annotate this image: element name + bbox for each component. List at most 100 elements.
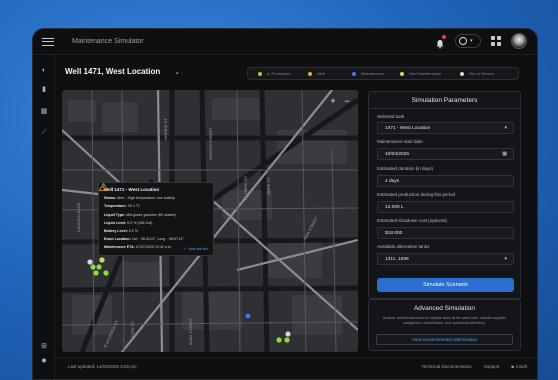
legend-label: Next Maintenance	[409, 71, 442, 76]
selected-tank-select[interactable]: 1471 - West Location ▾	[377, 122, 514, 134]
well-marker[interactable]	[103, 270, 109, 276]
user-circle-icon	[459, 37, 467, 45]
production-label: Estimated production during this period	[377, 192, 456, 197]
simulate-scenario-button[interactable]: Simulate Scenario	[377, 278, 514, 292]
legend-dot-icon	[258, 71, 262, 76]
street-label: STATE ST	[130, 321, 135, 340]
tank-icon[interactable]: ▮	[40, 86, 48, 94]
grid-icon[interactable]: ⊞	[40, 343, 48, 351]
top-bar-actions: ▾	[435, 33, 527, 49]
start-date-label: Maintenance start date	[377, 139, 423, 144]
legend-dot-icon	[460, 71, 464, 76]
view-tank-info-link[interactable]: ↗ View tank info	[184, 247, 208, 251]
apps-grid-icon[interactable]	[491, 36, 501, 46]
advanced-description: Analyze optimal scenarios for multiple t…	[382, 316, 507, 325]
user-toggle[interactable]: ▾	[455, 34, 481, 48]
well-marker[interactable]	[285, 331, 291, 337]
notification-bell-icon[interactable]	[435, 35, 446, 49]
app-window: Maintenance Simulator ▾ ◐ ▮ ▦ ⟋ ⊞ ✹ Well…	[32, 28, 538, 380]
street-label: MAIN STREET	[188, 317, 193, 345]
duration-value: 4 days	[385, 179, 400, 184]
selected-tank-value: 1471 - West Location	[385, 126, 431, 131]
wrench-icon[interactable]: ⟋	[40, 129, 48, 137]
legend-dot-icon	[352, 71, 356, 76]
legend-label: Alert	[317, 71, 326, 76]
shutdown-cost-label: Estimated shutdown cost (optional)	[377, 218, 448, 223]
well-marker[interactable]	[93, 270, 99, 276]
duration-label: Estimated duration (in days)	[377, 166, 434, 171]
well-marker[interactable]	[87, 259, 93, 265]
view-optimization-button[interactable]: View recommended optimization	[376, 334, 513, 345]
well-marker[interactable]	[276, 337, 282, 343]
well-selector[interactable]: Well 1471, West Location ⌄	[65, 67, 180, 76]
notification-dot	[442, 35, 446, 39]
legend-label: Out of Service	[469, 71, 495, 76]
hamburger-menu-icon[interactable]	[42, 37, 54, 46]
popup-row-temperature: Temperature: 93.4 °C	[104, 204, 140, 209]
warning-icon	[99, 183, 108, 191]
technical-docs-link[interactable]: Technical Documentation	[421, 364, 471, 370]
alt-tanks-label: Available alternative tanks	[377, 244, 430, 249]
legend-item-in-production: In Production	[258, 71, 308, 76]
street-label: MARTIN STREET	[208, 127, 213, 160]
support-link[interactable]: Support	[484, 364, 500, 370]
popup-row-location: Exact Location: Lat: ~36.5123°, Long: ~9…	[104, 237, 184, 242]
dashboard-icon[interactable]: ◐	[40, 67, 48, 75]
street-label: HOPE ST	[266, 177, 271, 195]
view-tank-info-label: View tank info	[188, 247, 208, 251]
popup-row-battery: Battery Level: 8.2 %	[104, 228, 138, 233]
status-legend: In Production Alert Maintenance Next Mai…	[247, 67, 519, 80]
production-input[interactable]: 12.000 L	[377, 201, 514, 213]
brand-logo: ▶ insoft	[511, 364, 527, 369]
legend-item-alert: Alert	[308, 71, 352, 76]
legend-label: Maintenance	[361, 71, 384, 76]
zoom-out-button[interactable]: −	[342, 96, 352, 106]
legend-item-next-maintenance: Next Maintenance	[400, 71, 460, 76]
chevron-down-icon: ▾	[470, 38, 473, 44]
popup-row-liquid-level: Liquid Level: 5.0 % (186 Gal)	[104, 220, 153, 225]
map-view[interactable]: NORRIS ST MARTIN STREET ANN ST OLYMPIC S…	[62, 90, 358, 352]
street-label: NORRIS ST	[163, 118, 168, 140]
settings-gear-icon[interactable]: ✹	[40, 358, 48, 366]
chevron-down-icon: ⌄	[174, 68, 181, 76]
well-marker[interactable]	[90, 264, 96, 270]
well-title: Well 1471, West Location	[65, 67, 161, 76]
simulation-parameters-panel: Simulation Parameters Selected tank 1471…	[368, 91, 521, 299]
well-marker[interactable]	[99, 257, 105, 263]
legend-item-maintenance: Maintenance	[352, 71, 400, 76]
popup-row-liquid-type: Liquid Type: Mid-grade gasoline (89 octa…	[104, 212, 176, 217]
alt-tanks-value: 1311, 1699	[385, 257, 409, 262]
shutdown-cost-input[interactable]: $18.000	[377, 227, 514, 239]
map-icon[interactable]: ▦	[40, 108, 48, 116]
calendar-icon[interactable]: ▦	[502, 149, 507, 160]
duration-input[interactable]: 4 days	[377, 175, 514, 187]
legend-label: In Production	[267, 71, 291, 76]
street-label: OLYMPIC ST	[243, 175, 248, 200]
well-marker[interactable]	[245, 313, 251, 319]
alt-tanks-select[interactable]: 1311, 1699 ▾	[377, 253, 514, 265]
legend-dot-icon	[400, 71, 404, 76]
selected-tank-label: Selected tank	[377, 114, 405, 119]
advanced-title: Advanced Simulation	[413, 305, 476, 312]
start-date-input[interactable]: 10/04/2025 ▦	[377, 148, 514, 160]
advanced-simulation-card: Advanced Simulation Analyze optimal scen…	[368, 299, 521, 351]
well-info-popup: Well 1471 - West Location Status: Alert …	[98, 182, 214, 256]
footer: Last updated: 14/03/2026 3:25 pm Technic…	[55, 357, 537, 379]
footer-links: Technical Documentation Support ▶ insoft	[421, 364, 527, 370]
popup-row-status: Status: Alert - High temperature, low ba…	[104, 196, 175, 201]
sidebar: ◐ ▮ ▦ ⟋ ⊞ ✹	[33, 55, 55, 379]
shutdown-cost-value: $18.000	[385, 231, 403, 236]
well-marker[interactable]	[96, 264, 102, 270]
chevron-down-icon: ▾	[504, 125, 507, 131]
street-label: LINCOLN BLVD	[76, 202, 81, 232]
well-marker[interactable]	[284, 337, 290, 343]
legend-item-out-of-service: Out of Service	[460, 71, 510, 76]
start-date-value: 10/04/2025	[385, 152, 410, 157]
top-bar: Maintenance Simulator ▾	[33, 29, 537, 55]
avatar[interactable]	[511, 33, 527, 49]
zoom-in-button[interactable]: +	[328, 96, 338, 106]
production-value: 12.000 L	[385, 205, 404, 210]
popup-title: Well 1471 - West Location	[104, 187, 160, 192]
last-updated: Last updated: 14/03/2026 3:25 pm	[68, 364, 137, 369]
panel-title: Simulation Parameters	[411, 97, 478, 104]
